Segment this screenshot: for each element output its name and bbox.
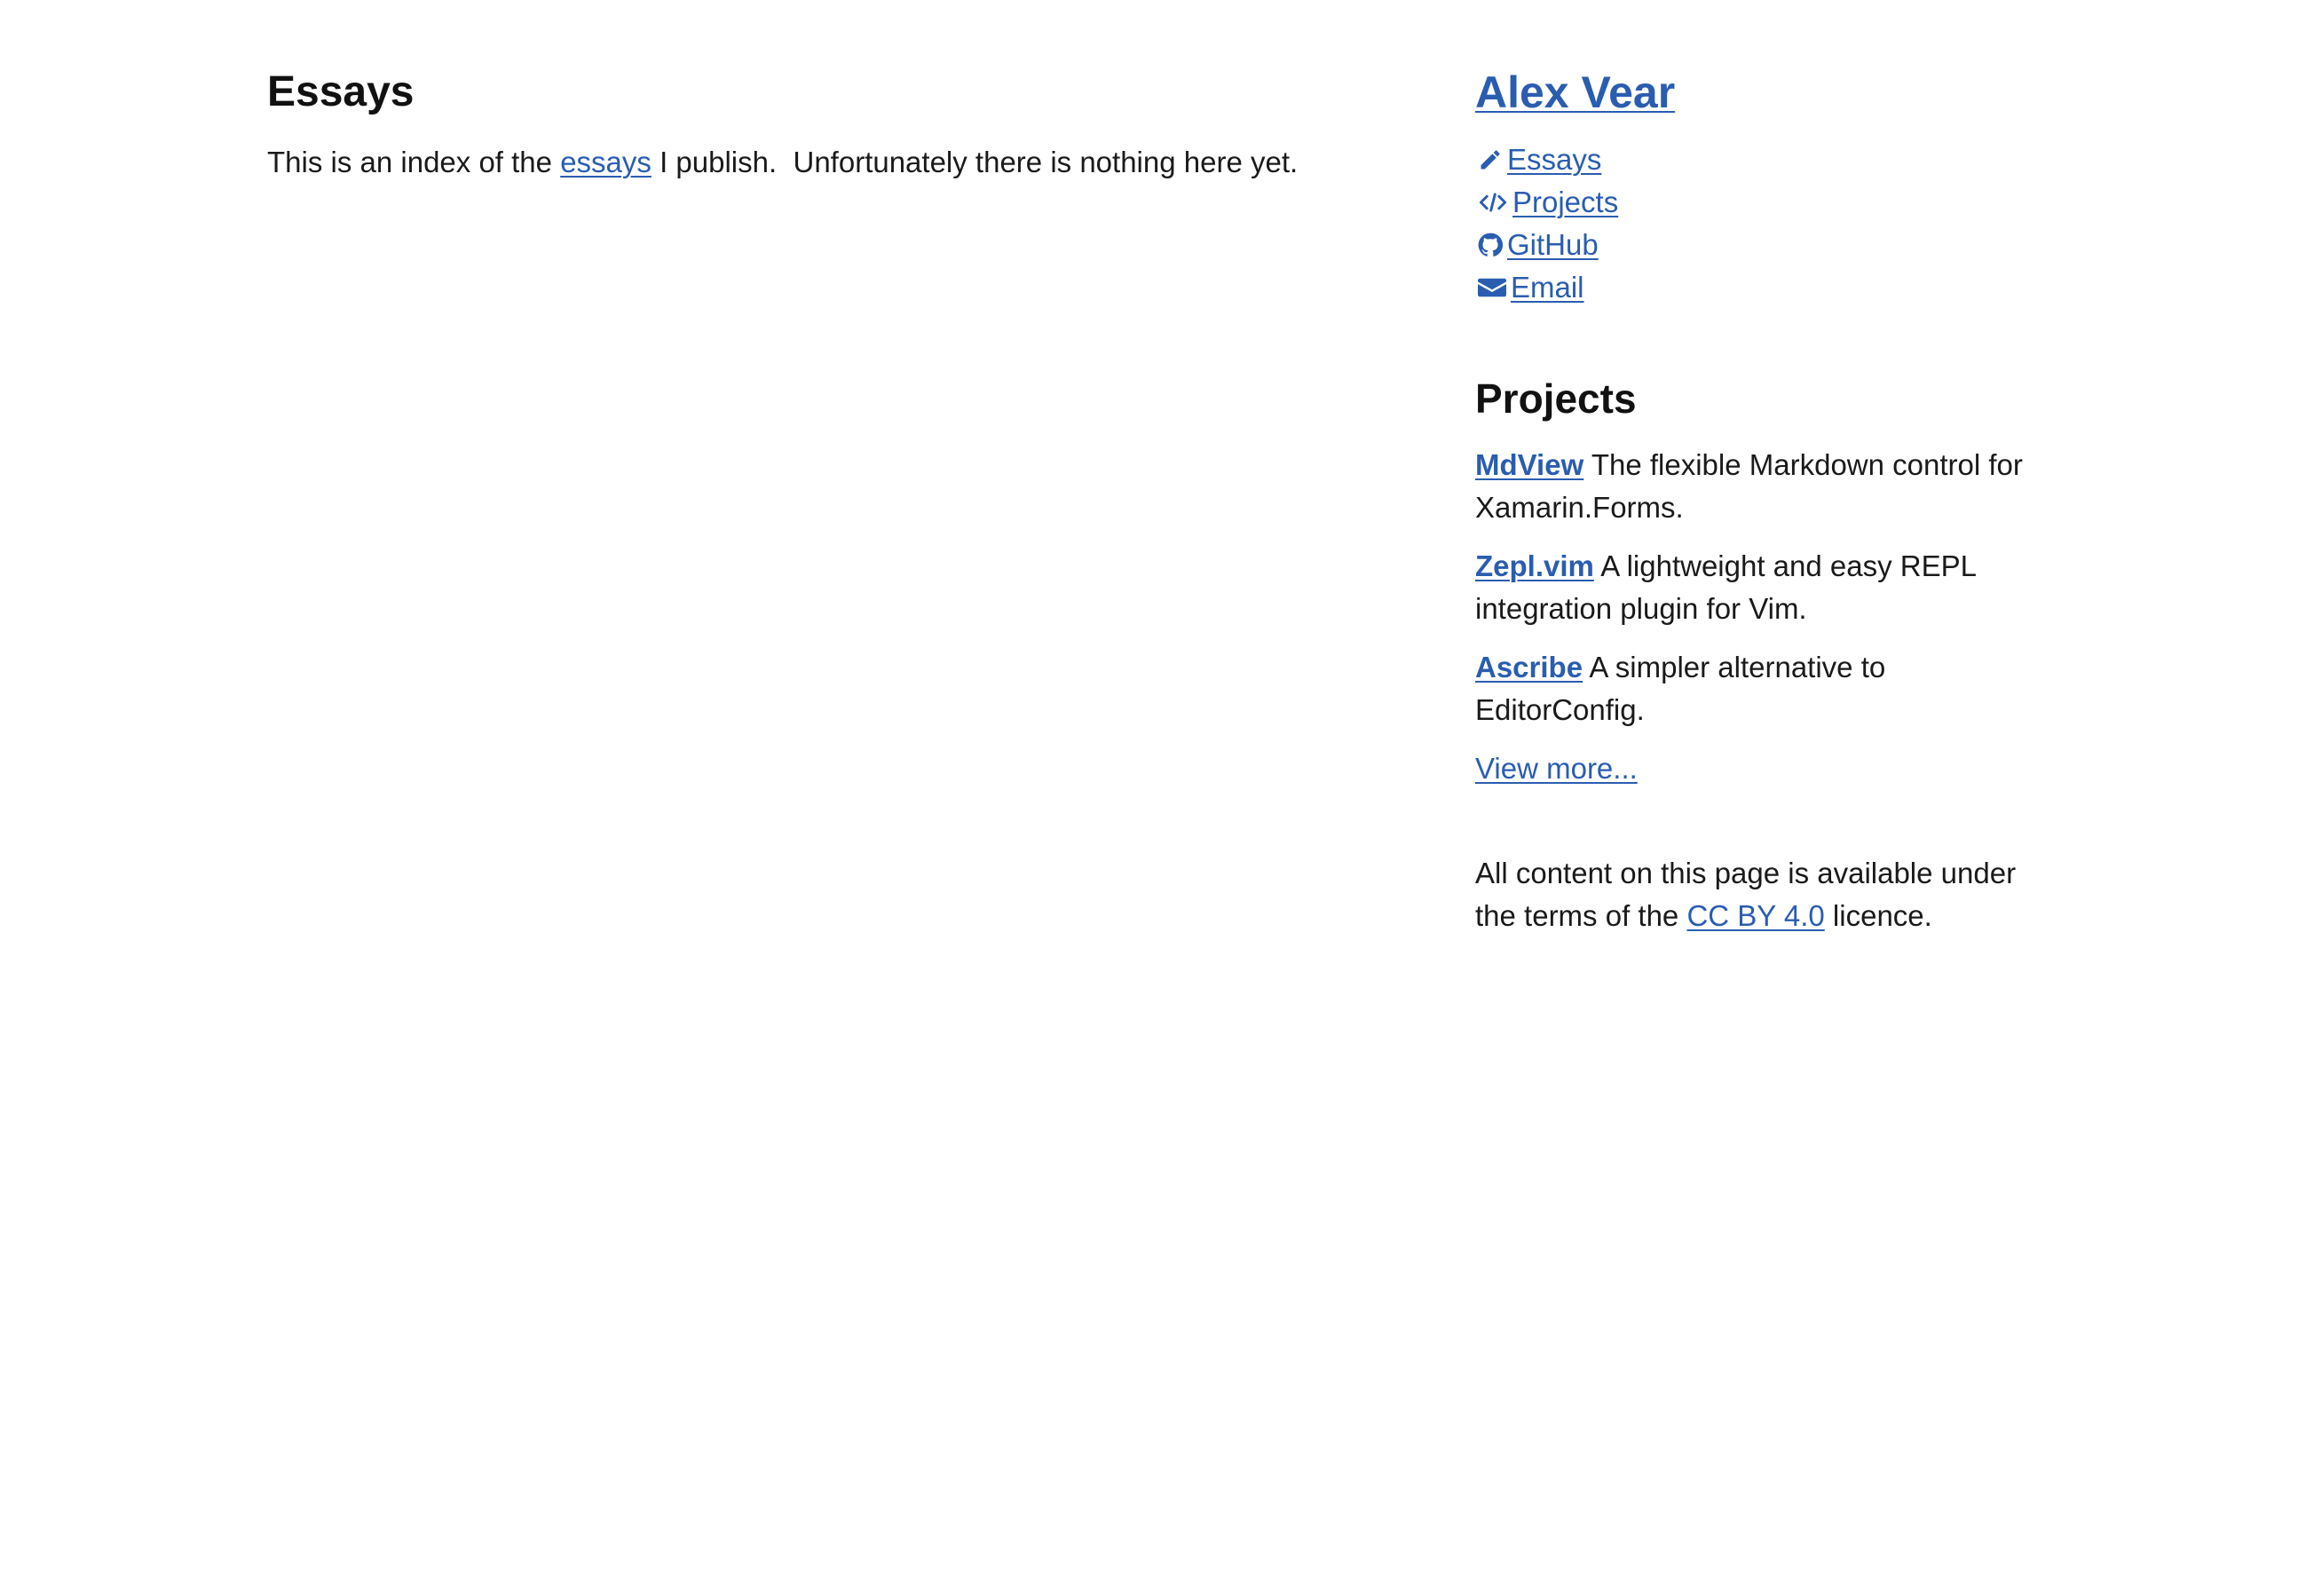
- nav-item-essays: Essays: [1475, 138, 2061, 181]
- sidebar-nav: Essays Projects GitHub Email: [1475, 138, 2061, 309]
- view-more-row: View more...: [1475, 747, 2061, 790]
- github-icon: [1475, 230, 1505, 260]
- nav-item-github: GitHub: [1475, 224, 2061, 266]
- view-more-link[interactable]: View more...: [1475, 752, 1638, 785]
- project-link-zepl-vim[interactable]: Zepl.vim: [1475, 549, 1594, 582]
- nav-item-email: Email: [1475, 266, 2061, 309]
- nav-item-projects: Projects: [1475, 181, 2061, 224]
- project-link-ascribe[interactable]: Ascribe: [1475, 651, 1583, 683]
- projects-heading: Projects: [1475, 375, 1637, 422]
- licence-text-after: licence.: [1824, 899, 1932, 932]
- intro-paragraph: This is an index of the essays I publish…: [267, 138, 1421, 186]
- project-item: Ascribe A simpler alternative to EditorC…: [1475, 646, 2061, 731]
- licence-link[interactable]: CC BY 4.0: [1686, 899, 1824, 932]
- sidebar: Alex Vear Essays Projects GitHub Email P…: [1475, 59, 2061, 937]
- project-item: Zepl.vim A lightweight and easy REPL int…: [1475, 545, 2061, 630]
- pencil-icon: [1475, 145, 1505, 175]
- intro-text-after: I publish. Unfortunately there is nothin…: [651, 146, 1299, 178]
- nav-link-projects[interactable]: Projects: [1512, 181, 1618, 224]
- nav-link-essays[interactable]: Essays: [1507, 138, 1601, 181]
- nav-link-email[interactable]: Email: [1511, 266, 1584, 309]
- main-content: Essays This is an index of the essays I …: [267, 59, 1421, 186]
- licence-notice: All content on this page is available un…: [1475, 852, 2061, 937]
- envelope-icon: [1475, 273, 1509, 303]
- project-link-mdview[interactable]: MdView: [1475, 448, 1583, 481]
- page-title: Essays: [267, 68, 415, 115]
- essays-inline-link[interactable]: essays: [560, 146, 652, 178]
- site-title: Alex Vear: [1475, 59, 2061, 126]
- code-icon: [1475, 187, 1511, 217]
- site-title-link[interactable]: Alex Vear: [1475, 67, 1675, 117]
- intro-text-before: This is an index of the: [267, 146, 561, 178]
- project-item: MdView The flexible Markdown control for…: [1475, 444, 2061, 529]
- nav-link-github[interactable]: GitHub: [1507, 224, 1599, 266]
